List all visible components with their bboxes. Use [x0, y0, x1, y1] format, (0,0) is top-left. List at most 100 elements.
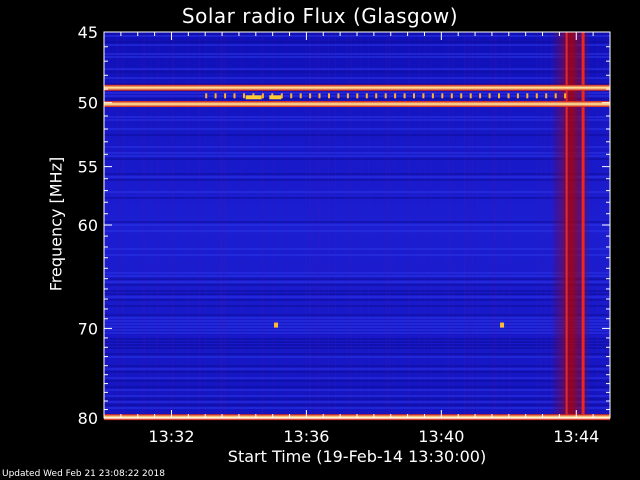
emission-spot	[500, 322, 505, 328]
background-band	[104, 71, 610, 73]
background-band	[104, 377, 610, 379]
updated-timestamp: Updated Wed Feb 21 23:08:22 2018	[2, 469, 165, 479]
background-band	[104, 146, 610, 148]
y-tick-label: 80	[78, 409, 98, 428]
interference-line	[104, 84, 610, 91]
background-band	[104, 134, 610, 136]
background-band	[104, 290, 610, 292]
interference-dot	[507, 93, 510, 99]
background-band	[104, 332, 610, 334]
background-band	[104, 380, 610, 382]
spectrogram-plot: 45 50 55 60 70 80 13:32 13:36 13:40 13:44	[78, 23, 611, 446]
interference-dot	[269, 95, 282, 100]
y-tick-label: 50	[78, 94, 98, 113]
background-band	[104, 116, 610, 118]
background-band	[104, 386, 610, 388]
background-band	[104, 197, 610, 199]
background-band	[104, 347, 610, 349]
interference-dot	[516, 93, 519, 99]
background-band	[104, 329, 610, 331]
background-band	[104, 179, 610, 181]
interference-dot	[564, 93, 567, 99]
interference-dot	[309, 93, 312, 99]
background-band	[104, 173, 610, 175]
interference-dot	[205, 93, 208, 99]
background-band	[104, 299, 610, 301]
background-band	[104, 68, 610, 70]
interference-dot	[498, 93, 500, 99]
interference-dot	[545, 93, 548, 99]
interference-dot	[394, 93, 397, 99]
background-band	[104, 77, 610, 79]
background-band	[104, 365, 610, 367]
background-band	[104, 41, 610, 43]
background-band	[104, 272, 610, 274]
background-band	[104, 314, 610, 316]
x-tick-label: 13:44	[553, 427, 599, 446]
background-band	[104, 230, 610, 232]
background-band	[104, 293, 610, 295]
background-band	[104, 176, 610, 178]
background-band	[104, 323, 610, 325]
y-tick-label: 45	[78, 23, 98, 42]
background-band	[104, 53, 610, 55]
y-tick-label: 55	[78, 158, 98, 177]
interference-dot	[214, 93, 217, 99]
y-axis-label: Frequency [MHz]	[46, 156, 66, 292]
background-band	[104, 326, 610, 328]
background-band	[104, 296, 610, 298]
background-band	[104, 281, 610, 283]
background-band	[104, 128, 610, 130]
background-band	[104, 155, 610, 157]
background-band	[104, 338, 610, 340]
background-band	[104, 119, 610, 121]
background-band	[104, 317, 610, 319]
interference-dot	[413, 93, 415, 99]
background-band	[104, 284, 610, 286]
x-tick-label: 13:32	[148, 427, 194, 446]
interference-dot	[337, 93, 340, 99]
background-band	[104, 356, 610, 358]
interference-dot	[261, 93, 264, 99]
interference-line	[104, 101, 610, 108]
background-band	[104, 221, 610, 223]
interference-dot	[328, 93, 330, 99]
background-band	[104, 305, 610, 307]
background-band	[104, 44, 610, 46]
background-band	[104, 224, 610, 226]
background-band	[104, 407, 610, 409]
background-band	[104, 278, 610, 280]
background-band	[104, 368, 610, 370]
interference-dot	[535, 93, 538, 99]
background-band	[104, 158, 610, 160]
interference-dot	[469, 93, 472, 99]
background-band	[104, 275, 610, 277]
background-band	[104, 353, 610, 355]
interference-dot	[224, 93, 227, 99]
background-band	[104, 341, 610, 343]
background-band	[104, 152, 610, 154]
interference-dot	[460, 93, 463, 99]
interference-dot	[479, 93, 482, 99]
interference-dot	[346, 93, 349, 99]
interference-dot	[384, 93, 387, 99]
x-tick-label: 13:36	[283, 427, 329, 446]
interference-dot	[318, 93, 321, 99]
background-band	[104, 56, 610, 58]
y-tick-label: 70	[78, 319, 98, 338]
y-tick-label: 60	[78, 216, 98, 235]
interference-dot	[554, 93, 557, 99]
background-band	[104, 389, 610, 391]
background-band	[104, 191, 610, 193]
interference-dot	[403, 93, 406, 99]
emission-spot	[274, 322, 279, 328]
background-band	[104, 395, 610, 397]
background-band	[104, 371, 610, 373]
x-tick-label: 13:40	[418, 427, 464, 446]
interference-dot	[365, 93, 368, 99]
interference-dot	[245, 95, 262, 100]
background-band	[104, 401, 610, 403]
background-band	[104, 254, 610, 256]
interference-dot	[441, 93, 444, 99]
background-band	[104, 404, 610, 406]
